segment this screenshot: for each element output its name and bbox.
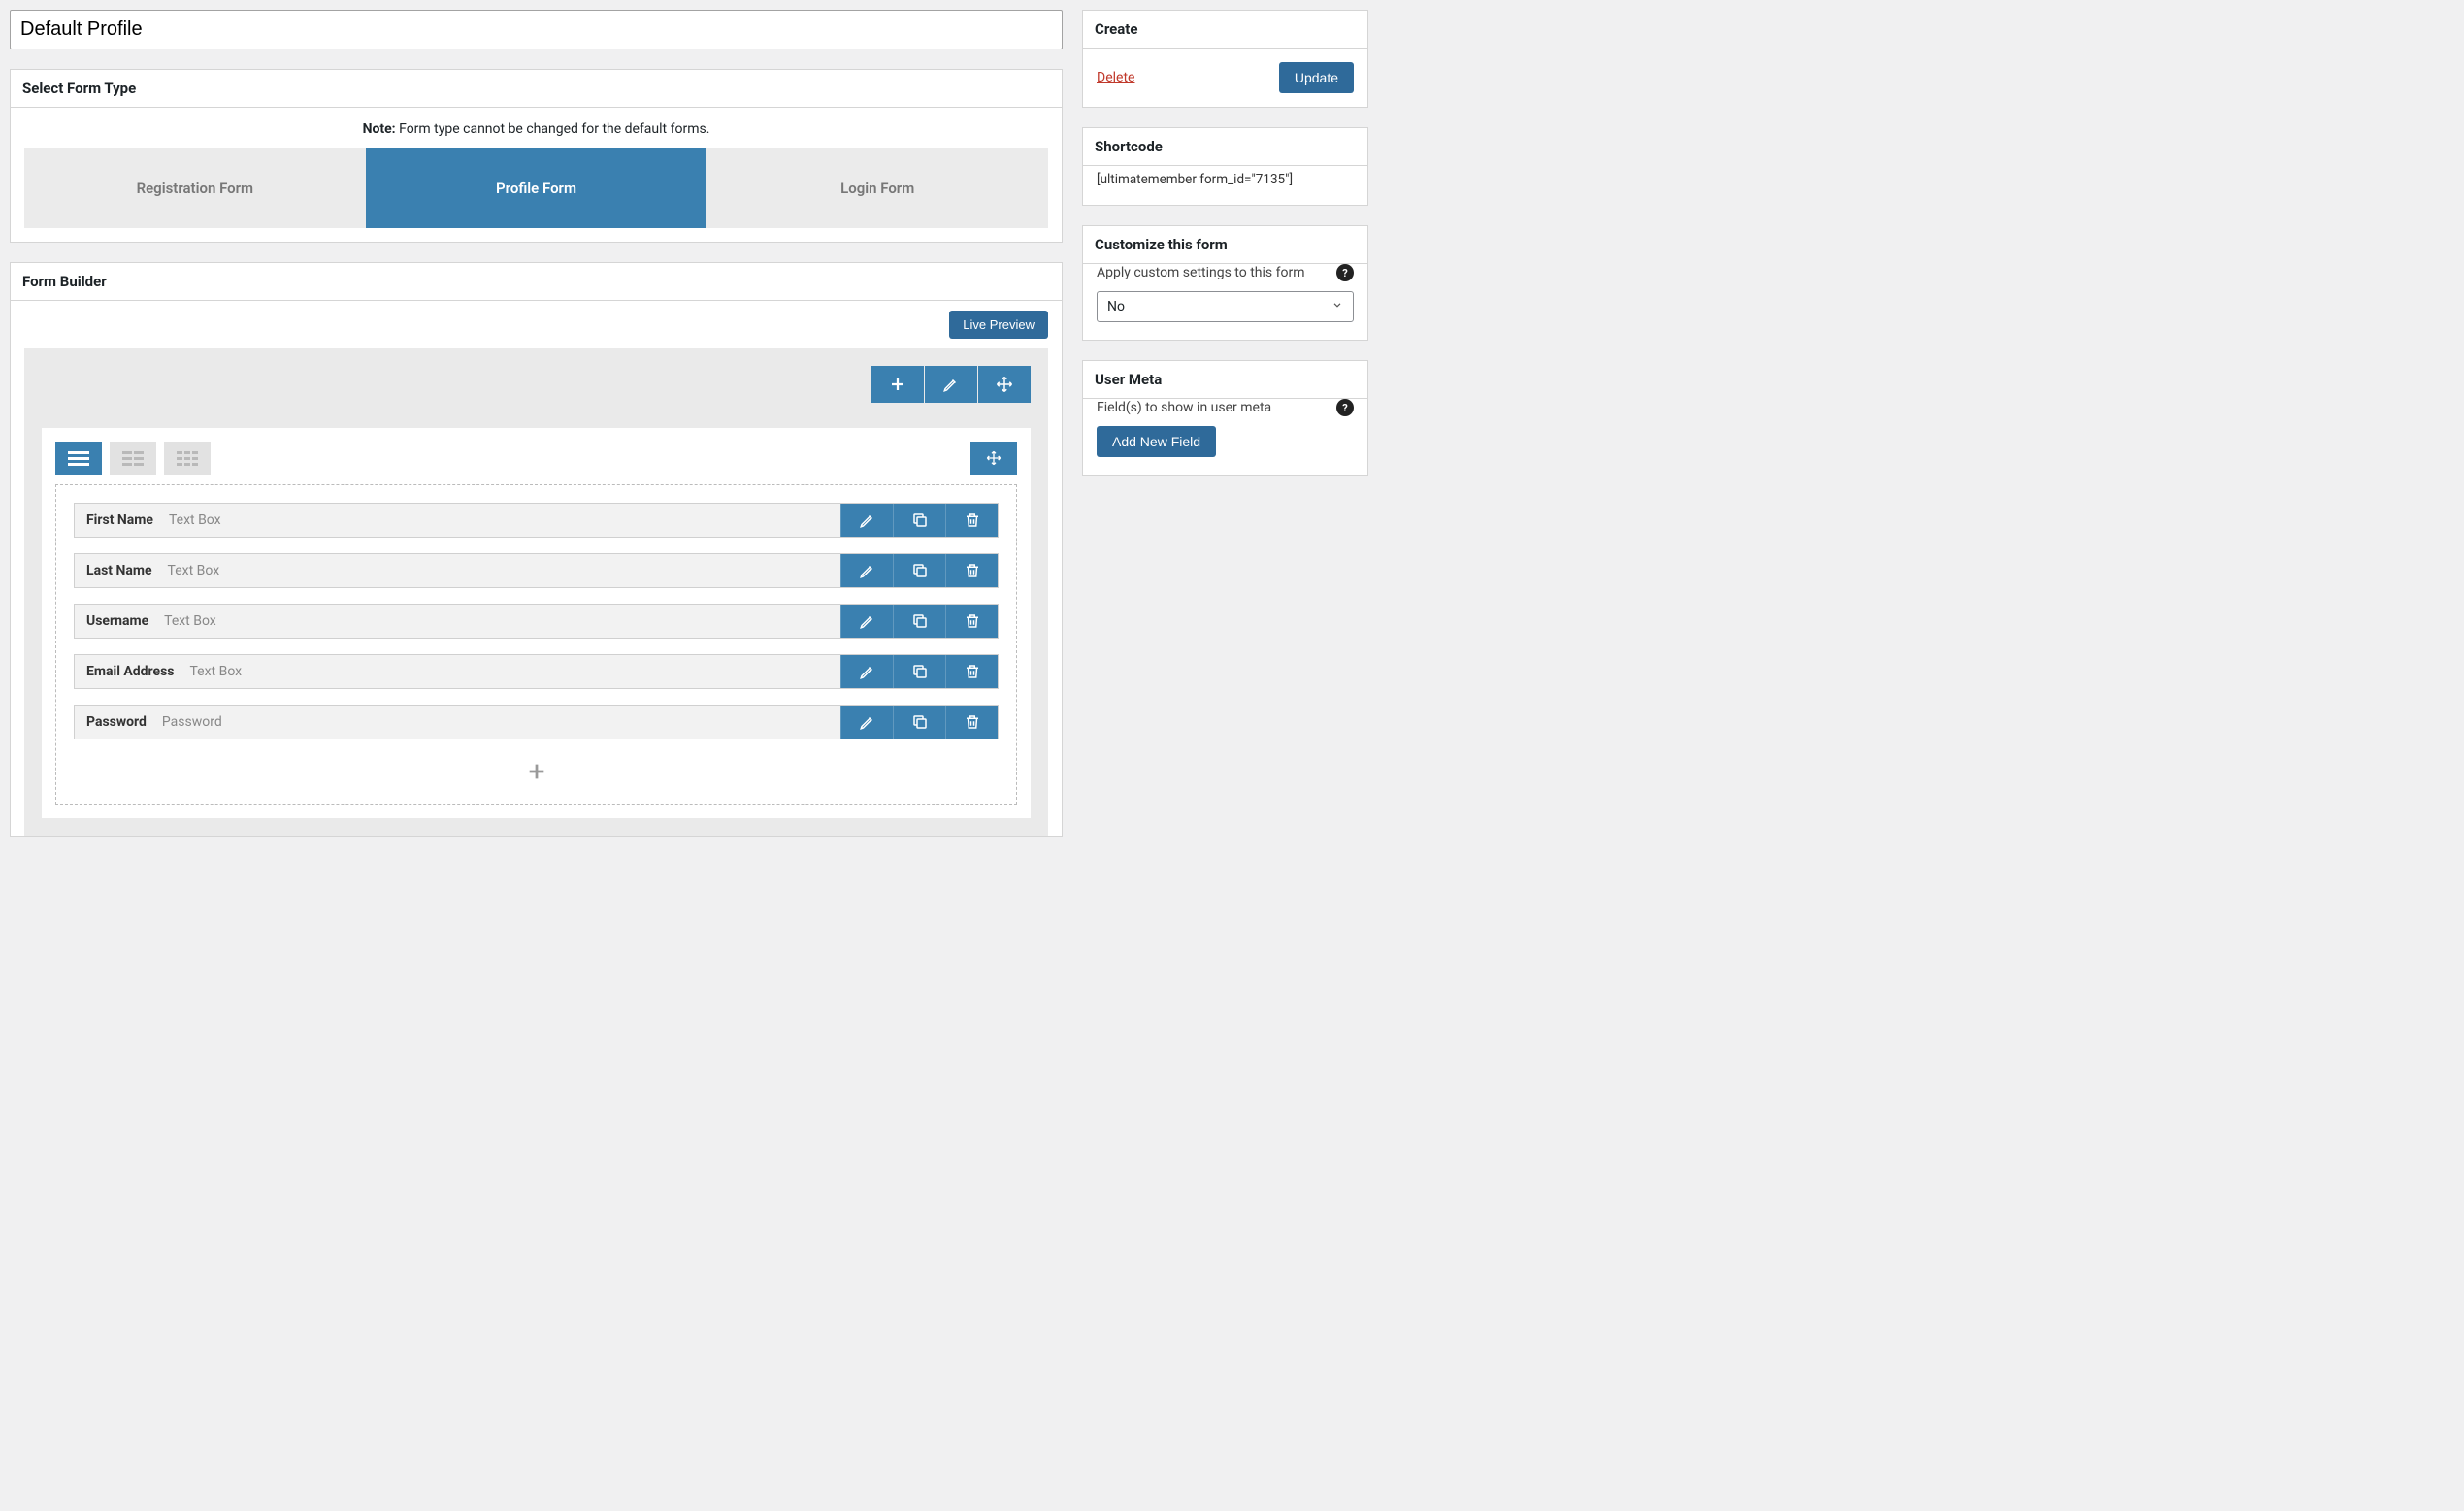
panel-heading: Customize this form (1095, 236, 1228, 253)
triangle-toggle-icon[interactable] (1348, 378, 1356, 381)
edit-field-button[interactable] (840, 605, 893, 638)
field-row: Password Password (74, 705, 999, 739)
add-field-button[interactable] (526, 772, 547, 786)
chevron-up-icon[interactable] (1329, 243, 1336, 246)
layout-1col-button[interactable] (55, 442, 102, 475)
chevron-up-icon[interactable] (1329, 145, 1336, 148)
panel-heading: Shortcode (1095, 138, 1163, 155)
triangle-toggle-icon[interactable] (1348, 145, 1356, 148)
field-type: Text Box (168, 563, 220, 578)
field-row: Last Name Text Box (74, 553, 999, 588)
edit-field-button[interactable] (840, 706, 893, 739)
form-title-input[interactable] (10, 10, 1063, 49)
panel-create: Create Delete Update (1082, 10, 1368, 108)
field-row: Email Address Text Box (74, 654, 999, 689)
shortcode-value[interactable]: [ultimatemember form_id="7135"] (1083, 166, 1367, 205)
field-row: First Name Text Box (74, 503, 999, 538)
field-label: First Name (86, 512, 153, 528)
delete-field-button[interactable] (945, 706, 998, 739)
duplicate-field-button[interactable] (893, 706, 945, 739)
field-label: Email Address (86, 664, 175, 679)
duplicate-field-button[interactable] (893, 504, 945, 537)
duplicate-field-button[interactable] (893, 554, 945, 587)
chevron-up-icon[interactable] (1023, 86, 1031, 90)
live-preview-button[interactable]: Live Preview (949, 311, 1048, 339)
triangle-toggle-icon[interactable] (1042, 279, 1050, 283)
delete-field-button[interactable] (945, 655, 998, 688)
field-type: Password (162, 714, 222, 730)
add-row-button[interactable] (871, 366, 924, 403)
field-type: Text Box (164, 613, 216, 629)
duplicate-field-button[interactable] (893, 605, 945, 638)
panel-shortcode: Shortcode [ultimatemember form_id="7135"… (1082, 127, 1368, 206)
panel-form-type: Select Form Type Note: Form type cannot … (10, 69, 1063, 243)
add-new-field-button[interactable]: Add New Field (1097, 426, 1216, 457)
chevron-up-icon[interactable] (1329, 378, 1336, 381)
chevron-up-icon[interactable] (1023, 279, 1031, 283)
field-type: Text Box (190, 664, 243, 679)
fields-drop-zone: First Name Text Box Last Name Text Box (55, 484, 1017, 805)
edit-field-button[interactable] (840, 504, 893, 537)
update-button[interactable]: Update (1279, 62, 1354, 93)
chevron-down-icon[interactable] (1338, 243, 1346, 246)
chevron-down-icon[interactable] (1338, 27, 1346, 31)
edit-field-button[interactable] (840, 655, 893, 688)
panel-heading: User Meta (1095, 371, 1162, 388)
panel-heading: Select Form Type (22, 80, 136, 97)
layout-2col-button[interactable] (110, 442, 156, 475)
panel-customize: Customize this form Apply custom setting… (1082, 225, 1368, 341)
delete-field-button[interactable] (945, 504, 998, 537)
tab-profile-form[interactable]: Profile Form (366, 148, 707, 228)
triangle-toggle-icon[interactable] (1348, 27, 1356, 31)
chevron-down-icon[interactable] (1033, 279, 1040, 283)
field-type: Text Box (169, 512, 221, 528)
move-row-button[interactable] (978, 366, 1031, 403)
panel-user-meta: User Meta Field(s) to show in user meta … (1082, 360, 1368, 476)
customize-select[interactable]: No (1097, 291, 1354, 322)
delete-link[interactable]: Delete (1097, 70, 1134, 85)
field-label: Password (86, 714, 147, 730)
triangle-toggle-icon[interactable] (1348, 243, 1356, 246)
panel-heading: Form Builder (22, 273, 107, 290)
tab-login-form[interactable]: Login Form (706, 148, 1048, 228)
chevron-up-icon[interactable] (1329, 27, 1336, 31)
tab-registration-form[interactable]: Registration Form (24, 148, 366, 228)
user-meta-label: Field(s) to show in user meta (1097, 400, 1271, 415)
edit-row-button[interactable] (925, 366, 977, 403)
edit-field-button[interactable] (840, 554, 893, 587)
triangle-toggle-icon[interactable] (1042, 86, 1050, 90)
chevron-down-icon[interactable] (1033, 86, 1040, 90)
panel-heading: Create (1095, 20, 1137, 38)
chevron-down-icon[interactable] (1338, 145, 1346, 148)
duplicate-field-button[interactable] (893, 655, 945, 688)
drag-handle[interactable] (970, 442, 1017, 475)
delete-field-button[interactable] (945, 554, 998, 587)
customize-label: Apply custom settings to this form (1097, 265, 1304, 280)
chevron-down-icon (1322, 292, 1353, 321)
form-type-note: Note: Form type cannot be changed for th… (11, 108, 1062, 148)
help-icon[interactable]: ? (1336, 264, 1354, 281)
panel-form-builder: Form Builder Live Preview (10, 262, 1063, 837)
field-row: Username Text Box (74, 604, 999, 639)
layout-3col-button[interactable] (164, 442, 211, 475)
field-label: Last Name (86, 563, 152, 578)
chevron-down-icon[interactable] (1338, 378, 1346, 381)
help-icon[interactable]: ? (1336, 399, 1354, 416)
delete-field-button[interactable] (945, 605, 998, 638)
field-label: Username (86, 613, 148, 629)
